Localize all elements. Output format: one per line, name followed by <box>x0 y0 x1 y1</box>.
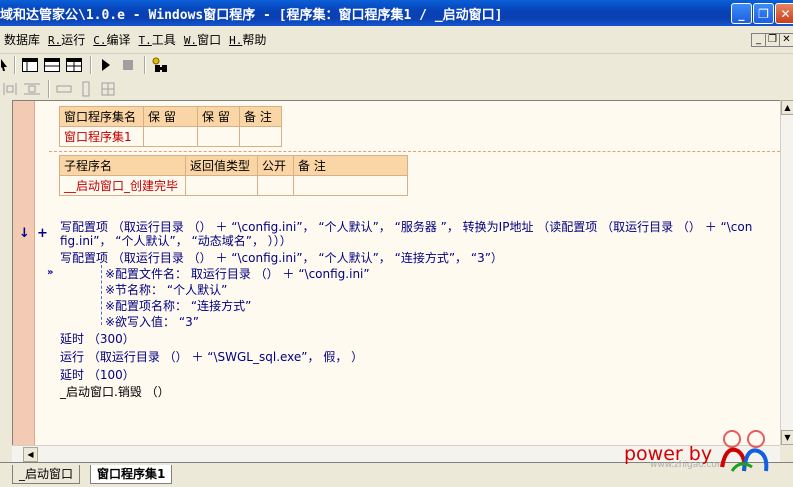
table-header: 备 注 <box>239 106 282 127</box>
menu-help[interactable]: H.帮助 <box>225 31 270 48</box>
table-cell[interactable]: __启动窗口_创建完毕 <box>59 175 186 196</box>
table-cell[interactable] <box>143 126 198 147</box>
align-vertical-icon[interactable] <box>22 79 42 99</box>
same-size-icon[interactable] <box>98 79 118 99</box>
table-header: 公开 <box>257 155 294 176</box>
menu-database[interactable]: 数据库 <box>0 31 44 48</box>
stop-icon[interactable] <box>118 55 138 75</box>
code-line[interactable]: 运行 （取运行目录 （） ＋ “\SWGL_sql.exe”， 假， ） <box>60 350 363 364</box>
code-line[interactable]: fig.ini”， “个人默认”， “动态域名”， ））） <box>60 234 292 248</box>
code-line[interactable]: _启动窗口.销毁 （） <box>60 385 170 399</box>
assembly-table: 窗口程序集名 保 留 保 留 备 注 窗口程序集1 <box>59 106 282 147</box>
table-header: 子程序名 <box>59 155 186 176</box>
table-header: 返回值类型 <box>185 155 258 176</box>
arrow-down-icon: ↓ <box>19 226 30 241</box>
table-cell[interactable]: 窗口程序集1 <box>59 126 144 147</box>
main-toolbar <box>0 54 172 76</box>
code-line[interactable]: 写配置项 （取运行目录 （） ＋ “\config.ini”， “个人默认”， … <box>60 251 503 265</box>
code-line[interactable]: 延时 （300） <box>60 332 135 346</box>
window-title: 域和达管家公\1.0.e - Windows窗口程序 - [程序集：窗口程序集1… <box>0 7 503 23</box>
restore-button[interactable]: ❐ <box>753 3 774 24</box>
layout-left-icon[interactable] <box>20 55 40 75</box>
param-line: ※配置文件名： 取运行目录 （） ＋ “\config.ini” <box>105 267 370 281</box>
current-line-icon: » <box>47 267 54 278</box>
toolbar-separator <box>144 56 146 74</box>
table-cell[interactable] <box>257 175 294 196</box>
menu-tools[interactable]: T.工具 <box>135 31 180 48</box>
scroll-down-icon[interactable]: ▼ <box>781 430 793 445</box>
layout-grid-icon[interactable] <box>64 55 84 75</box>
table-cell[interactable] <box>185 175 258 196</box>
tab-startup-window[interactable]: _启动窗口 <box>12 465 81 484</box>
tab-window-assembly[interactable]: 窗口程序集1 <box>90 465 173 484</box>
subroutine-table: 子程序名 返回值类型 公开 备 注 __启动窗口_创建完毕 <box>59 155 408 196</box>
code-line[interactable]: 写配置项 （取运行目录 （） ＋ “\config.ini”， “个人默认”， … <box>60 220 752 234</box>
menu-window[interactable]: W.窗口 <box>180 31 225 48</box>
menu-bar: 数据库 R.运行 C.编译 T.工具 W.窗口 H.帮助 <box>0 26 793 54</box>
same-width-icon[interactable] <box>54 79 74 99</box>
param-line: ※节名称： “个人默认” <box>105 283 228 297</box>
vertical-scrollbar[interactable]: ▲ ▼ <box>780 100 793 445</box>
toolbar-separator <box>90 56 92 74</box>
code-editor[interactable]: 窗口程序集名 保 留 保 留 备 注 窗口程序集1 子程序名 返回值类型 公开 … <box>12 100 780 445</box>
same-height-icon[interactable] <box>76 79 96 99</box>
table-header: 保 留 <box>143 106 198 127</box>
table-header: 保 留 <box>197 106 240 127</box>
param-line: ※配置项名称： “连接方式” <box>105 299 252 313</box>
mdi-close-button[interactable]: ✕ <box>779 33 793 47</box>
table-cell[interactable] <box>239 126 282 147</box>
editor-gutter <box>13 101 35 445</box>
toolbar-separator <box>14 56 16 74</box>
table-cell[interactable] <box>293 175 408 196</box>
mdi-restore-button[interactable]: ❐ <box>765 33 780 47</box>
scroll-left-icon[interactable]: ◀ <box>23 447 38 462</box>
menu-run[interactable]: R.运行 <box>44 31 89 48</box>
scroll-up-icon[interactable]: ▲ <box>781 100 793 115</box>
param-tree-line <box>101 265 102 325</box>
align-horizontal-icon[interactable] <box>0 79 20 99</box>
brand-logo <box>720 430 769 472</box>
table-header: 窗口程序集名 <box>59 106 144 127</box>
expand-plus-icon[interactable]: + <box>37 226 48 241</box>
menu-compile[interactable]: C.编译 <box>89 31 134 48</box>
layout-top-icon[interactable] <box>42 55 62 75</box>
param-line: ※欲写入值： “3” <box>105 315 199 329</box>
mdi-minimize-button[interactable]: _ <box>751 33 766 47</box>
watermark-site: www.zhigao.com <box>650 460 726 470</box>
section-divider <box>49 151 780 152</box>
find-icon[interactable] <box>150 55 170 75</box>
close-button[interactable]: ✕ <box>775 3 793 24</box>
table-header: 备 注 <box>293 155 408 176</box>
toolbar-separator <box>48 80 50 98</box>
table-cell[interactable] <box>197 126 240 147</box>
align-toolbar <box>0 78 120 100</box>
run-icon[interactable] <box>96 55 116 75</box>
pointer-icon[interactable] <box>0 55 8 75</box>
code-line[interactable]: 延时 （100） <box>60 368 135 382</box>
minimize-button[interactable]: _ <box>731 3 752 24</box>
title-bar[interactable]: 域和达管家公\1.0.e - Windows窗口程序 - [程序集：窗口程序集1… <box>0 0 793 26</box>
